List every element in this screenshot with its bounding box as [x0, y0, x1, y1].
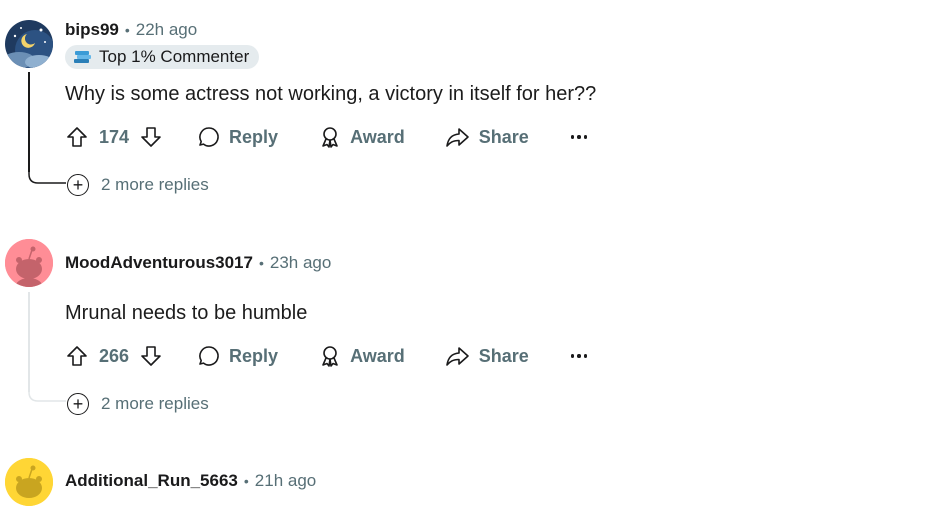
separator: •: [124, 22, 130, 38]
avatar[interactable]: [5, 239, 53, 287]
upvote-arrow-icon[interactable]: [65, 344, 89, 368]
separator: •: [258, 255, 264, 271]
thread-curve: [28, 168, 66, 184]
thread-line[interactable]: [28, 292, 30, 392]
more-options-icon[interactable]: [570, 135, 588, 139]
thread-curve: [28, 386, 66, 402]
more-replies-label: 2 more replies: [101, 175, 209, 194]
share-button[interactable]: Share: [445, 125, 529, 149]
action-row: 174 Reply Award Share: [65, 125, 588, 149]
stacked-books-icon: [74, 51, 91, 63]
downvote-arrow-icon[interactable]: [139, 125, 163, 149]
snoo-avatar-icon: [5, 239, 53, 287]
share-label: Share: [478, 126, 529, 147]
more-replies-link[interactable]: + 2 more replies: [67, 393, 209, 415]
vote-count: 266: [99, 345, 130, 366]
reply-button[interactable]: Reply: [197, 344, 278, 368]
night-sky-avatar-icon: [5, 20, 53, 68]
award-ribbon-icon: [322, 127, 338, 148]
reply-label: Reply: [229, 345, 279, 366]
more-replies-link[interactable]: + 2 more replies: [67, 174, 209, 196]
plus-circle-icon: +: [67, 393, 89, 415]
action-row: 266 Reply Award Share: [65, 344, 588, 368]
upvote-arrow-icon[interactable]: [65, 125, 89, 149]
reply-label: Reply: [229, 126, 279, 147]
award-button[interactable]: Award: [318, 344, 405, 368]
award-ribbon-icon: [322, 346, 338, 367]
commenter-badge[interactable]: Top 1% Commenter: [65, 45, 260, 69]
more-options-icon[interactable]: [570, 354, 588, 358]
snoo-avatar-icon: [5, 458, 53, 506]
separator: •: [243, 473, 249, 489]
username[interactable]: Additional_Run_5663: [65, 471, 238, 491]
comment-header: Additional_Run_5663 • 21h ago: [65, 471, 316, 491]
avatar[interactable]: [5, 20, 53, 68]
timestamp[interactable]: 21h ago: [255, 471, 316, 491]
comment-header: bips99 • 22h ago: [65, 20, 197, 40]
share-button[interactable]: Share: [445, 344, 529, 368]
more-replies-label: 2 more replies: [101, 394, 209, 413]
award-button[interactable]: Award: [318, 125, 405, 149]
comment-body: Why is some actress not working, a victo…: [65, 83, 597, 105]
plus-circle-icon: +: [67, 174, 89, 196]
share-arrow-icon: [445, 347, 469, 366]
timestamp[interactable]: 23h ago: [270, 253, 331, 273]
badge-label: Top 1% Commenter: [99, 47, 250, 66]
thread-line[interactable]: [28, 72, 30, 172]
timestamp[interactable]: 22h ago: [136, 20, 197, 40]
chat-bubble-icon: [199, 346, 219, 366]
vote-count: 174: [99, 126, 130, 147]
comment-body: Mrunal needs to be humble: [65, 302, 308, 324]
avatar[interactable]: [5, 458, 53, 506]
award-label: Award: [350, 126, 405, 147]
chat-bubble-icon: [199, 127, 219, 147]
username[interactable]: MoodAdventurous3017: [65, 253, 253, 273]
comment-header: MoodAdventurous3017 • 23h ago: [65, 253, 331, 273]
award-label: Award: [350, 345, 405, 366]
share-label: Share: [478, 345, 529, 366]
username[interactable]: bips99: [65, 20, 119, 40]
reply-button[interactable]: Reply: [197, 125, 278, 149]
downvote-arrow-icon[interactable]: [139, 344, 163, 368]
share-arrow-icon: [445, 128, 469, 147]
